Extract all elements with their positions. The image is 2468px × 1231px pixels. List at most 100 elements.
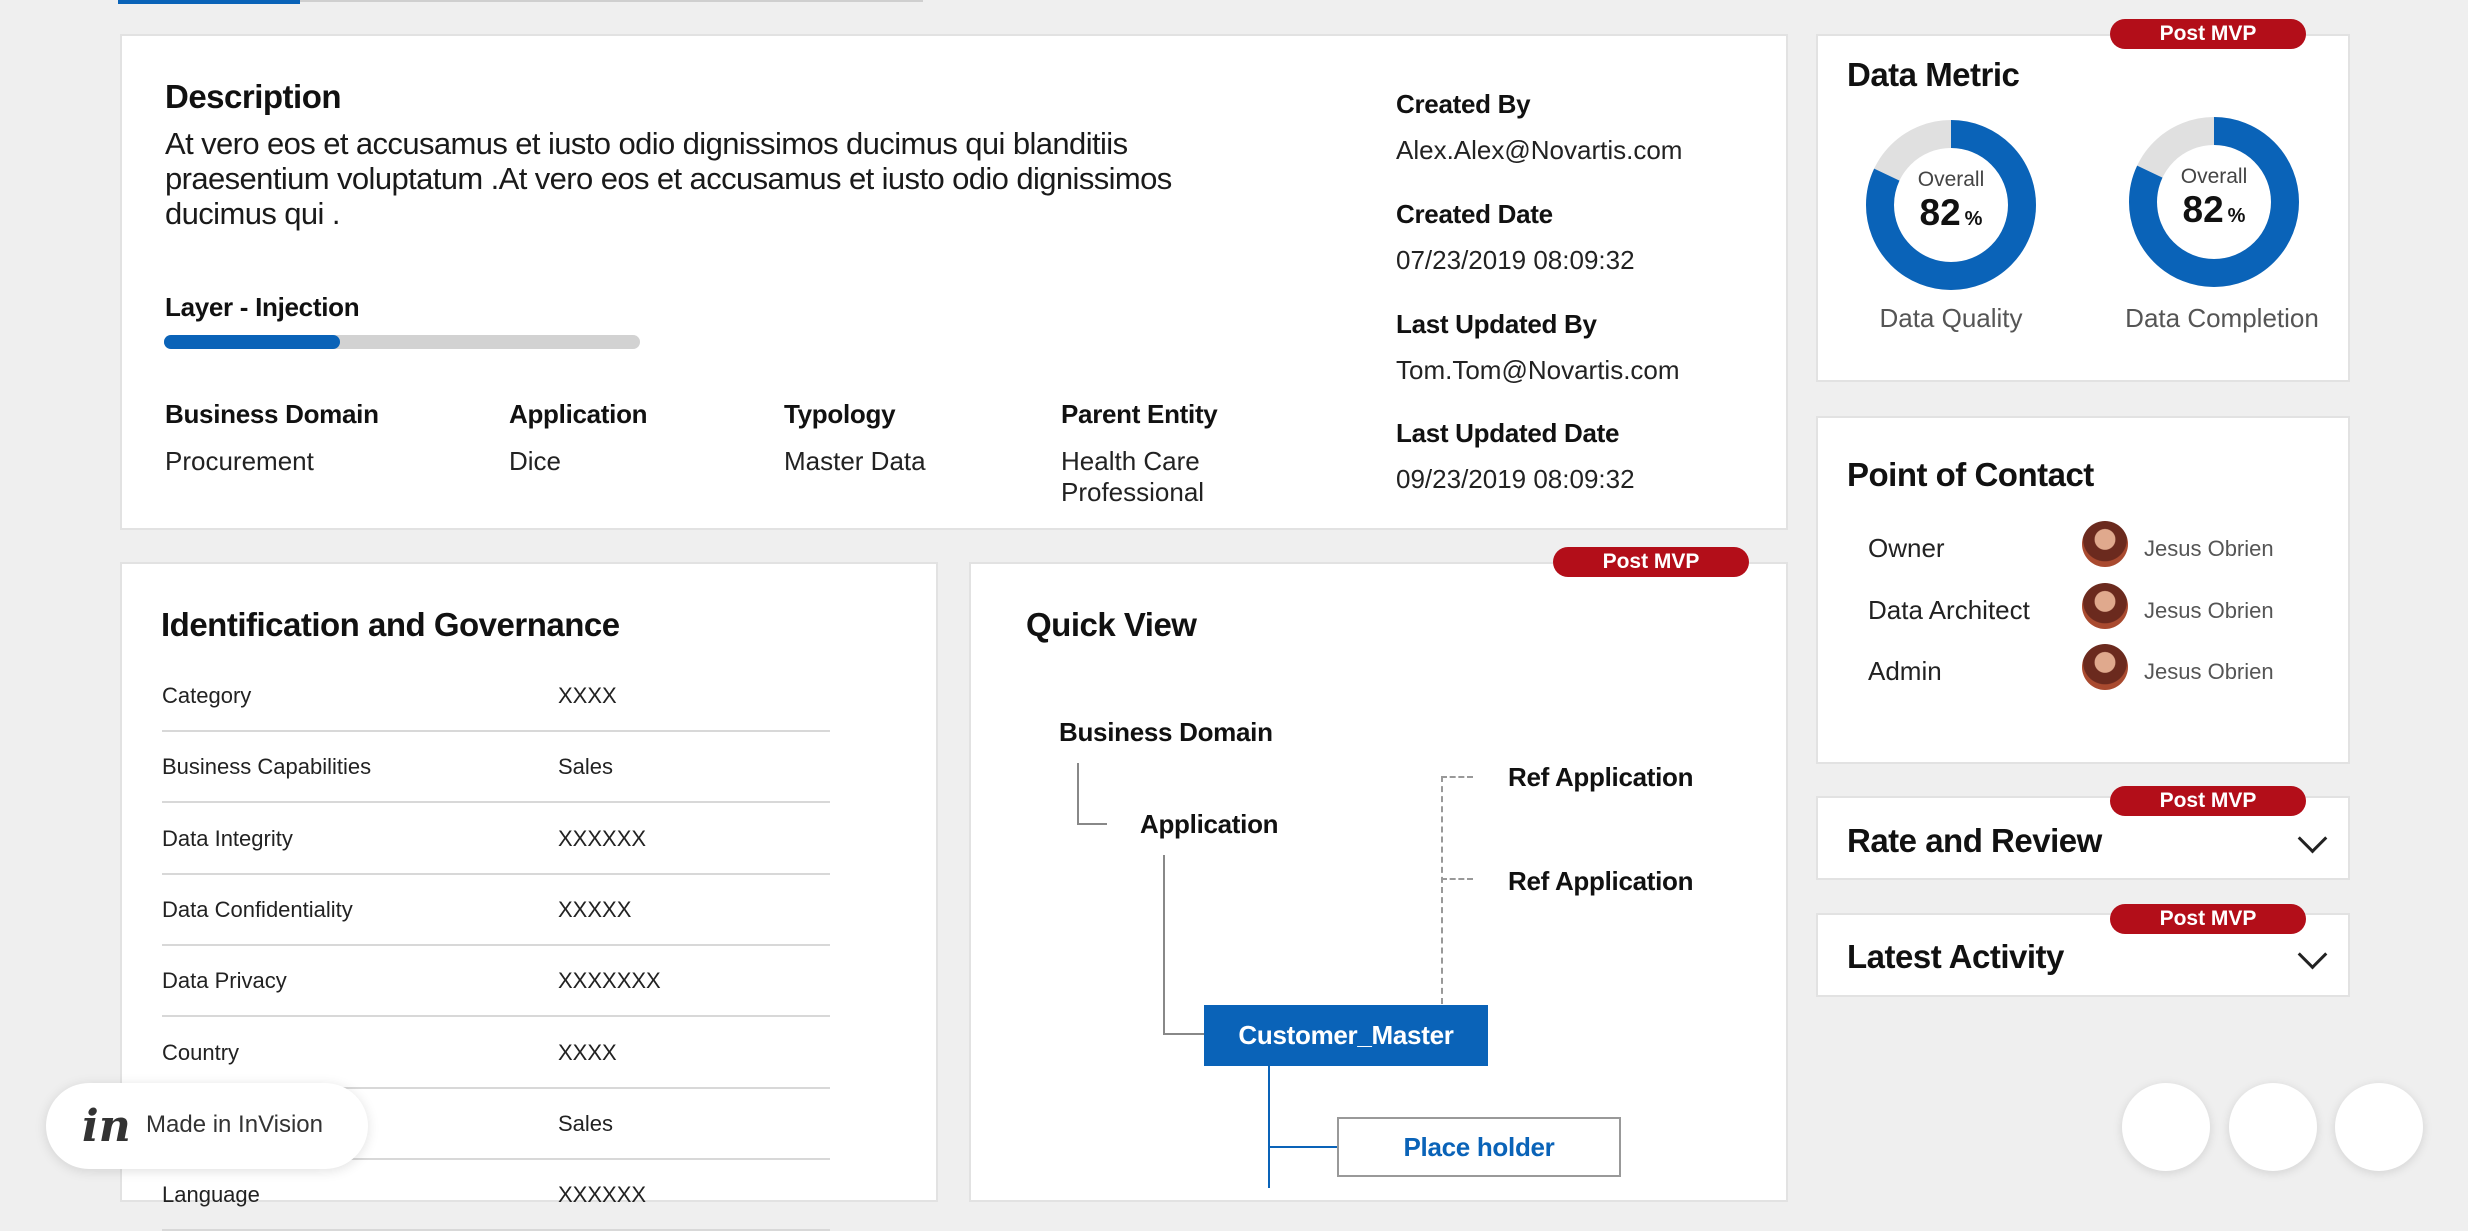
contact-role-owner: Owner <box>1868 533 1945 563</box>
floating-action-button[interactable] <box>2229 1083 2317 1171</box>
donut-value: 82 <box>2182 189 2224 230</box>
row-value: XXXX <box>558 683 617 708</box>
field-value-parent-entity: Health Care Professional <box>1061 446 1204 508</box>
active-tab-indicator[interactable] <box>118 0 300 4</box>
donut-percent: 82% <box>2154 189 2274 231</box>
avatar[interactable] <box>2082 521 2128 567</box>
table-row: Data Confidentiality XXXXX <box>162 875 830 946</box>
placeholder-label: Place holder <box>1403 1131 1555 1162</box>
invision-text: Made in InVision <box>146 1111 323 1138</box>
row-value: XXXX <box>558 1039 617 1065</box>
tree-connector-dashed <box>1441 878 1473 880</box>
donut-unit: % <box>2227 205 2246 227</box>
row-key: Language <box>162 1182 260 1208</box>
meta-value-created-by: Alex.Alex@Novartis.com <box>1396 135 1683 165</box>
data-quality-center: Overall 82% <box>1891 168 2011 234</box>
tree-connector-dashed <box>1441 776 1443 1004</box>
row-value: XXXXXX <box>558 1182 647 1208</box>
top-tab-bar <box>0 0 2468 4</box>
tree-connector <box>1268 1066 1270 1188</box>
table-row: Category XXXX <box>162 661 830 732</box>
tree-connector <box>1163 855 1165 1035</box>
tree-node-application[interactable]: Application <box>1140 809 1279 840</box>
donut-unit: % <box>1964 208 1983 230</box>
avatar[interactable] <box>2082 644 2128 690</box>
row-value: Sales <box>558 754 614 780</box>
row-key: Data Confidentiality <box>162 896 353 922</box>
tree-node-ref-application[interactable]: Ref Application <box>1508 762 1694 793</box>
tree-connector <box>1077 763 1079 825</box>
latest-activity-title[interactable]: Latest Activity <box>1847 938 2064 976</box>
table-row: Data Privacy XXXXXXX <box>162 946 830 1018</box>
field-value-typology: Master Data <box>784 446 926 476</box>
floating-action-button[interactable] <box>2122 1083 2210 1171</box>
donut-caption: Overall <box>2180 165 2248 188</box>
tree-connector <box>1077 823 1107 825</box>
tree-node-customer-master[interactable]: Customer_Master <box>1204 1005 1488 1066</box>
data-completion-label: Data Completion <box>2125 303 2319 333</box>
row-value: XXXXXX <box>558 825 647 851</box>
meta-label-last-updated-date: Last Updated Date <box>1396 418 1620 448</box>
tree-node-placeholder[interactable]: Place holder <box>1337 1117 1621 1177</box>
field-label-parent-entity: Parent Entity <box>1061 399 1218 429</box>
donut-value: 82 <box>1919 192 1961 233</box>
contact-role-admin: Admin <box>1868 656 1942 686</box>
meta-label-created-by: Created By <box>1396 89 1531 119</box>
meta-value-created-date: 07/23/2019 08:09:32 <box>1396 245 1635 275</box>
field-value-business-domain: Procurement <box>165 446 314 476</box>
avatar[interactable] <box>2082 583 2128 629</box>
tree-connector-dashed <box>1441 776 1473 778</box>
field-value-application: Dice <box>509 446 562 476</box>
description-card <box>120 34 1788 530</box>
point-of-contact-title: Point of Contact <box>1847 456 2094 493</box>
field-label-application: Application <box>509 399 648 429</box>
row-key: Data Privacy <box>162 968 287 994</box>
layer-progress-fill <box>164 335 341 349</box>
contact-name[interactable]: Jesus Obrien <box>2144 536 2274 562</box>
donut-caption: Overall <box>1917 168 1985 191</box>
contact-name[interactable]: Jesus Obrien <box>2144 659 2274 685</box>
meta-value-last-updated-by: Tom.Tom@Novartis.com <box>1396 355 1680 385</box>
row-value: Sales <box>558 1110 614 1136</box>
post-mvp-badge: Post MVP <box>1553 547 1749 577</box>
customer-master-label: Customer_Master <box>1238 1020 1454 1050</box>
data-completion-center: Overall 82% <box>2154 165 2274 231</box>
tree-node-ref-application[interactable]: Ref Application <box>1508 866 1694 897</box>
table-row: Data Integrity XXXXXX <box>162 804 830 875</box>
tree-node-business-domain[interactable]: Business Domain <box>1059 717 1273 748</box>
description-text-line: ducimus qui . <box>165 196 340 231</box>
row-key: Country <box>162 1039 240 1065</box>
meta-label-created-date: Created Date <box>1396 199 1553 229</box>
parent-entity-line: Professional <box>1061 477 1205 507</box>
table-row: Business Capabilities Sales <box>162 732 830 804</box>
made-in-invision-badge[interactable]: in Made in InVision <box>46 1083 368 1169</box>
post-mvp-badge: Post MVP <box>2110 19 2306 49</box>
table-row: Country XXXX <box>162 1018 830 1089</box>
row-value: XXXXX <box>558 896 632 922</box>
description-text: At vero eos et accusamus et iusto odio d… <box>165 126 1172 231</box>
contact-name[interactable]: Jesus Obrien <box>2144 598 2274 624</box>
post-mvp-badge: Post MVP <box>2110 904 2306 934</box>
governance-title: Identification and Governance <box>161 606 620 643</box>
meta-value-last-updated-date: 09/23/2019 08:09:32 <box>1396 464 1635 494</box>
tree-connector <box>1163 1033 1205 1035</box>
rate-review-title[interactable]: Rate and Review <box>1847 822 2102 860</box>
tree-connector <box>1268 1146 1338 1148</box>
parent-entity-line: Health Care <box>1061 446 1200 476</box>
row-key: Business Capabilities <box>162 754 372 780</box>
data-metric-title: Data Metric <box>1847 56 2020 93</box>
meta-label-last-updated-by: Last Updated By <box>1396 309 1597 339</box>
invision-logo-icon: in <box>82 1101 131 1152</box>
row-key: Data Integrity <box>162 825 293 851</box>
layer-progress-bar <box>164 335 640 349</box>
row-key: Category <box>162 683 252 708</box>
description-text-line: praesentium voluptatum .At vero eos et a… <box>165 161 1172 196</box>
contact-role-data-architect: Data Architect <box>1868 595 2030 625</box>
table-row: Language XXXXXX <box>162 1160 830 1231</box>
field-label-business-domain: Business Domain <box>165 399 379 429</box>
description-text-line: At vero eos et accusamus et iusto odio d… <box>165 126 1128 161</box>
floating-action-button[interactable] <box>2335 1083 2423 1171</box>
post-mvp-badge: Post MVP <box>2110 786 2306 816</box>
field-label-typology: Typology <box>784 399 896 429</box>
quick-view-title: Quick View <box>1026 606 1197 643</box>
